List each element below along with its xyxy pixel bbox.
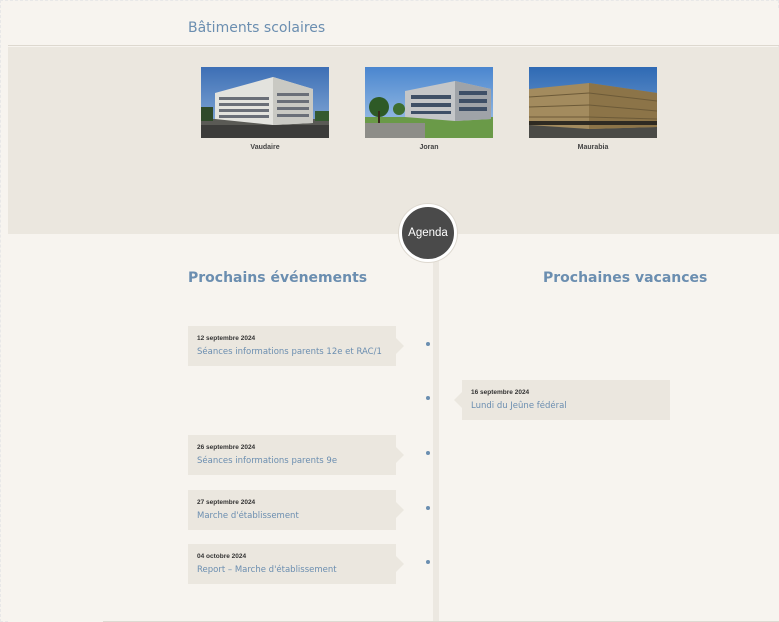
buildings-header [8,8,779,46]
event-item[interactable]: 12 septembre 2024 Séances informations p… [188,326,404,366]
building-photo-maurabia[interactable] [529,67,657,138]
timeline-dot [426,396,430,400]
event-title-link[interactable]: Report – Marche d'établissement [197,565,337,575]
event-date: 12 septembre 2024 [197,335,256,342]
timeline-dot [426,506,430,510]
building-card-joran[interactable]: Joran [365,67,493,151]
building-name[interactable]: Maurabia [529,144,657,151]
building-photo-joran[interactable] [365,67,493,138]
event-date: 26 septembre 2024 [197,444,256,451]
timeline-dot [426,451,430,455]
event-title-link[interactable]: Séances informations parents 12e et RAC/… [197,347,382,357]
timeline-dot [426,560,430,564]
event-date: 04 octobre 2024 [197,553,247,560]
event-item[interactable]: 26 septembre 2024 Séances informations p… [188,435,404,475]
building-photo-vaudaire[interactable] [201,67,329,138]
event-date: 27 septembre 2024 [197,499,256,506]
vacation-title-link[interactable]: Lundi du Jeûne fédéral [471,401,567,411]
vacation-item[interactable]: 16 septembre 2024 Lundi du Jeûne fédéral [454,380,670,420]
event-item[interactable]: 04 octobre 2024 Report – Marche d'établi… [188,544,404,584]
upcoming-holidays-title: Prochaines vacances [543,270,708,286]
building-name[interactable]: Joran [365,144,493,151]
vacation-date: 16 septembre 2024 [471,389,530,396]
buildings-gallery: Vaudaire Joran Maurabia [8,47,779,234]
building-name[interactable]: Vaudaire [201,144,329,151]
building-card-vaudaire[interactable]: Vaudaire [201,67,329,151]
agenda-badge: Agenda [399,204,457,262]
event-title-link[interactable]: Marche d'établissement [197,511,299,521]
event-item[interactable]: 27 septembre 2024 Marche d'établissement [188,490,404,530]
timeline-line [433,234,439,622]
building-card-maurabia[interactable]: Maurabia [529,67,657,151]
timeline-dot [426,342,430,346]
upcoming-events-title: Prochains événements [188,270,368,286]
buildings-title: Bâtiments scolaires [188,20,326,36]
event-title-link[interactable]: Séances informations parents 9e [197,456,337,466]
